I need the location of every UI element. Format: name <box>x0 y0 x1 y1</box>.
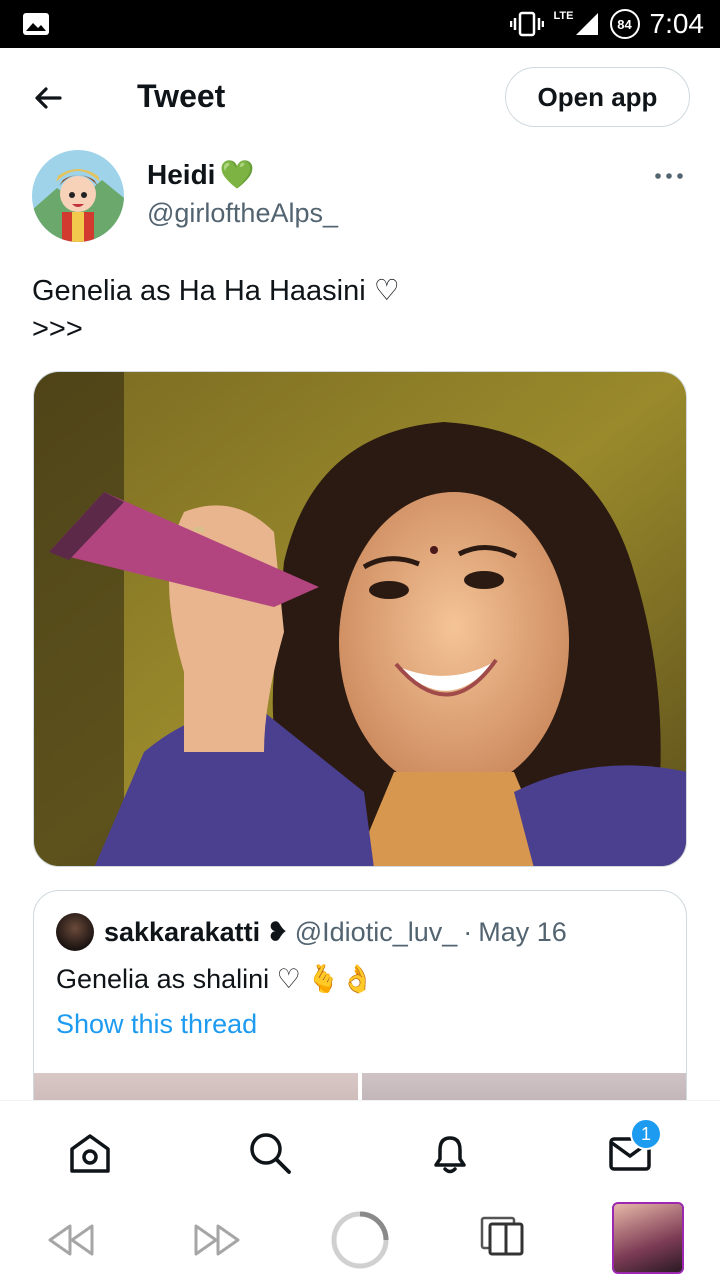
fast-forward-icon[interactable] <box>192 1222 242 1258</box>
status-bar: LTE 84 7:04 <box>0 0 720 48</box>
quote-meta: sakkarakatti ❥ @Idiotic_luv_ · May 16 <box>104 917 567 948</box>
home-icon[interactable] <box>66 1129 114 1177</box>
quote-author-avatar <box>56 913 94 951</box>
quote-date: May 16 <box>478 917 567 947</box>
network-type: LTE <box>553 10 574 22</box>
quote-text-emojis: 🫰👌 <box>306 964 375 994</box>
bottom-navigation: 1 <box>0 1100 720 1200</box>
quote-author-emoji: ❥ <box>266 917 289 947</box>
author-handle[interactable]: @girloftheAlps_ <box>147 198 338 229</box>
quote-author-handle: @Idiotic_luv_ <box>294 917 458 947</box>
tweet-text-line-1: Genelia as Ha Ha Haasini ♡ <box>32 275 400 307</box>
author-avatar[interactable] <box>32 150 124 242</box>
status-time: 7:04 <box>649 8 705 39</box>
tweet-media-image[interactable] <box>33 371 687 867</box>
app-thumbnail-image[interactable] <box>612 1202 684 1274</box>
quote-text: Genelia as shalini ♡ 🫰👌 <box>56 963 374 995</box>
more-options-icon[interactable] <box>654 166 684 186</box>
author-name-emoji: 💚 <box>219 159 255 190</box>
battery-indicator: 84 <box>609 9 640 39</box>
messages-badge: 1 <box>630 1118 662 1150</box>
back-arrow-icon[interactable] <box>28 78 68 118</box>
tweet-text-line-2: >>> <box>32 313 83 345</box>
quote-text-body: Genelia as shalini ♡ <box>56 963 301 994</box>
loading-spinner-icon <box>331 1211 389 1269</box>
battery-level: 84 <box>617 16 632 32</box>
open-app-button[interactable]: Open app <box>505 67 690 127</box>
tweet-text: Genelia as Ha Ha Haasini ♡ >>> <box>32 272 400 348</box>
tabs-icon[interactable] <box>480 1214 526 1260</box>
signal-icon <box>575 13 598 35</box>
notifications-bell-icon[interactable] <box>426 1129 474 1177</box>
page-header: Tweet Open app <box>0 48 720 146</box>
quote-author-name: sakkarakatti <box>104 917 261 947</box>
gallery-notification-icon <box>23 13 49 35</box>
author-name[interactable]: Heidi 💚 <box>147 158 254 191</box>
quote-separator: · <box>463 917 473 947</box>
vibrate-icon <box>509 11 544 37</box>
show-thread-link[interactable]: Show this thread <box>56 1009 257 1040</box>
search-icon[interactable] <box>246 1129 294 1177</box>
rewind-icon[interactable] <box>46 1222 96 1258</box>
author-name-text: Heidi <box>147 158 216 190</box>
page-title: Tweet <box>137 78 226 114</box>
